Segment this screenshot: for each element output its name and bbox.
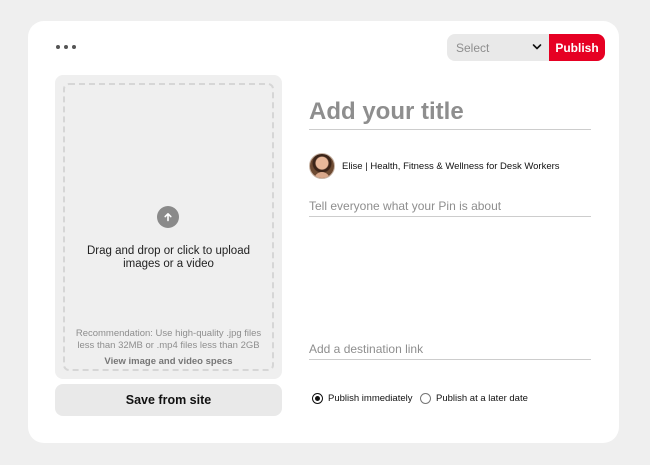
- upload-recommendation: Recommendation: Use high-quality .jpg fi…: [75, 328, 262, 351]
- chevron-down-icon: [532, 44, 542, 50]
- publish-later-option[interactable]: Publish at a later date: [420, 393, 528, 404]
- pin-title-input[interactable]: [309, 94, 591, 130]
- board-select-label: Select: [456, 40, 490, 55]
- media-upload-area[interactable]: Drag and drop or click to upload images …: [55, 75, 282, 379]
- publish-later-radio[interactable]: [420, 393, 431, 404]
- publish-button[interactable]: Publish: [549, 34, 605, 61]
- board-select-dropdown[interactable]: Select: [447, 34, 550, 61]
- author-name: Elise | Health, Fitness & Wellness for D…: [342, 160, 560, 172]
- pin-author: Elise | Health, Fitness & Wellness for D…: [309, 153, 560, 179]
- more-options-icon[interactable]: [56, 41, 76, 53]
- destination-link-input[interactable]: [309, 338, 591, 360]
- publish-immediately-radio[interactable]: [312, 393, 323, 404]
- upload-dropzone[interactable]: Drag and drop or click to upload images …: [63, 83, 274, 371]
- save-from-site-button[interactable]: Save from site: [55, 384, 282, 416]
- publish-later-label: Publish at a later date: [436, 393, 528, 404]
- arrow-up-circle-icon: [157, 206, 179, 228]
- drag-drop-instructions: Drag and drop or click to upload images …: [86, 245, 250, 270]
- view-specs-link[interactable]: View image and video specs: [65, 356, 272, 367]
- pin-builder-card: Select Publish Drag and drop or click to…: [28, 21, 619, 443]
- pin-description-input[interactable]: [309, 195, 591, 217]
- publish-immediately-label: Publish immediately: [328, 393, 413, 404]
- publish-immediately-option[interactable]: Publish immediately: [312, 393, 412, 404]
- avatar: [309, 153, 335, 179]
